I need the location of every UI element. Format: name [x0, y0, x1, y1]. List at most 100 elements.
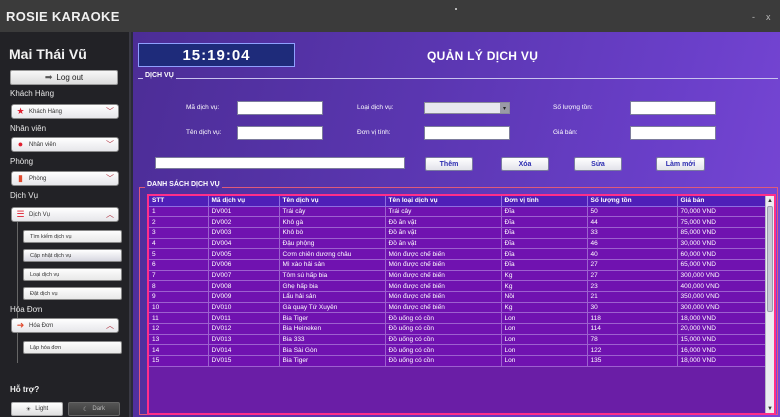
cell-service-type: Đồ uống có cồn: [385, 334, 502, 346]
column-header-service-name[interactable]: Tên dịch vụ: [279, 196, 386, 207]
close-button[interactable]: x: [766, 12, 771, 22]
dark-theme-button[interactable]: ☾ Dark: [68, 402, 120, 416]
staff-combo[interactable]: ● Nhân viên ﹀: [11, 137, 119, 152]
logout-label: Log out: [56, 73, 84, 82]
sidebar: Mai Thái Vũ ➡ Log out Khách Hàng ★ Khách…: [0, 32, 131, 417]
cell-stt: 8: [149, 280, 209, 292]
cell-stt: 9: [149, 291, 209, 303]
column-header-service-id[interactable]: Mã dịch vụ: [208, 196, 280, 207]
service-id-input[interactable]: [237, 101, 323, 115]
column-header-unit[interactable]: Đơn vị tính: [501, 196, 588, 207]
table-row[interactable]: 14 DV014 Bia Sài Gòn Đồ uống có cồn Lon 122 16…: [149, 344, 767, 357]
unit-input[interactable]: [424, 126, 510, 140]
table-row[interactable]: 9 DV009 Lẩu hải sản Món được chế biến Nồi 21 3…: [149, 291, 767, 303]
menu-item-search-service[interactable]: Tìm kiếm dịch vụ: [23, 230, 122, 243]
column-header-service-type[interactable]: Tên loại dịch vụ: [385, 196, 502, 207]
section-label-invoice: Hóa Đơn: [10, 305, 43, 314]
cell-stock: 33: [587, 227, 678, 239]
cell-stt: 11: [149, 312, 209, 325]
table-row[interactable]: 2 DV002 Khô gà Đồ ăn vặt Đĩa 44 75,000 VND: [149, 216, 767, 228]
service-combo[interactable]: ☰ Dịch Vụ ︿: [11, 207, 119, 222]
cell-stock: 21: [587, 291, 678, 303]
column-header-stt[interactable]: STT: [149, 196, 209, 207]
service-type-label: Loại dịch vụ:: [357, 104, 394, 111]
page-title: QUẢN LÝ DỊCH VỤ: [427, 49, 539, 63]
invoice-icon: ➜: [16, 320, 25, 330]
vertical-scrollbar[interactable]: ▲ ▼: [765, 196, 774, 413]
customer-combo-label: Khách Hàng: [29, 108, 63, 115]
price-input[interactable]: [630, 126, 716, 140]
cell-service-id: DV008: [208, 280, 280, 292]
refresh-button[interactable]: Làm mới: [656, 157, 705, 171]
form-legend: DỊCH VỤ: [143, 72, 176, 79]
form-fieldset-border: [138, 78, 778, 79]
cell-service-name: Khô bò: [279, 227, 386, 239]
scroll-down-icon[interactable]: ▼: [766, 404, 774, 413]
menu-item-service-type[interactable]: Loại dịch vụ: [23, 268, 122, 281]
cell-unit: Lon: [501, 355, 588, 367]
cell-price: 16,000 VND: [677, 344, 767, 357]
menu-item-create-invoice[interactable]: Lập hóa đơn: [23, 341, 122, 354]
table-row[interactable]: 15 DV015 Bia Tiger Đồ uống có cồn Lon 135 18,0…: [149, 355, 767, 367]
table-row[interactable]: 5 DV005 Cơm chiên dương châu Món được chế b…: [149, 248, 767, 260]
table-row[interactable]: 11 DV011 Bia Tiger Đồ uống có cồn Lon 118 18,0…: [149, 312, 767, 325]
cell-stt: 1: [149, 206, 209, 218]
table-row[interactable]: 3 DV003 Khô bò Đồ ăn vặt Đĩa 33 85,000 VND: [149, 227, 767, 239]
table-row[interactable]: 7 DV007 Tôm sú hấp bia Món được chế biến Kg 2…: [149, 270, 767, 282]
cell-service-name: Bia Sài Gòn: [279, 344, 386, 357]
cell-service-type: Món được chế biến: [385, 291, 502, 303]
add-button[interactable]: Thêm: [425, 157, 473, 171]
cell-stt: 3: [149, 227, 209, 239]
invoice-submenu: Lập hóa đơn: [17, 333, 122, 363]
minimize-button[interactable]: -: [752, 12, 755, 22]
cell-unit: Đĩa: [501, 238, 588, 250]
cell-service-type: Món được chế biến: [385, 302, 502, 314]
cell-stock: 27: [587, 270, 678, 282]
light-theme-button[interactable]: ☀ Light: [11, 402, 63, 416]
chevron-up-icon: ︿: [106, 210, 114, 219]
table-row[interactable]: 13 DV013 Bia 333 Đồ uống có cồn Lon 78 15,000 …: [149, 334, 767, 346]
cell-unit: Đĩa: [501, 259, 588, 271]
cell-service-id: DV011: [208, 312, 280, 325]
table-row[interactable]: 10 DV010 Gà quay Tứ Xuyên Món được chế biến…: [149, 302, 767, 314]
table-row[interactable]: 1 DV001 Trái cây Trái cây Đĩa 50 70,000 VND: [149, 206, 767, 218]
logout-button[interactable]: ➡ Log out: [10, 70, 118, 85]
room-combo[interactable]: ▮ Phòng ﹀: [11, 171, 119, 186]
delete-button[interactable]: Xóa: [501, 157, 549, 171]
table-row[interactable]: 6 DV006 Mì xào hải sản Món được chế biến Đĩa…: [149, 259, 767, 271]
cell-price: 60,000 VND: [677, 248, 767, 260]
door-icon: ▮: [18, 173, 23, 183]
invoice-combo[interactable]: ➜ Hóa Đơn ︿: [11, 318, 119, 333]
cell-stock: 50: [587, 206, 678, 218]
table-row[interactable]: 4 DV004 Đậu phộng Đồ ăn vặt Đĩa 46 30,000 VND: [149, 238, 767, 250]
price-label: Giá bán:: [553, 129, 578, 136]
cell-service-id: DV009: [208, 291, 280, 303]
table-header-row: STT Mã dịch vụ Tên dịch vụ Tên loại dịch…: [149, 196, 767, 207]
column-header-stock[interactable]: Số lượng tồn: [587, 196, 678, 207]
search-input[interactable]: [155, 157, 405, 169]
table-row[interactable]: 8 DV008 Ghẹ hấp bia Món được chế biến Kg 23 40…: [149, 280, 767, 292]
table-row[interactable]: 12 DV012 Bia Heineken Đồ uống có cồn Lon 114 2…: [149, 323, 767, 335]
unit-label: Đơn vị tính:: [357, 129, 391, 136]
cell-price: 300,000 VND: [677, 270, 767, 282]
customer-combo[interactable]: ★ Khách Hàng ﹀: [11, 104, 119, 119]
clock: 15:19:04: [138, 43, 295, 67]
scroll-thumb[interactable]: [767, 206, 773, 312]
service-name-input[interactable]: [237, 126, 323, 140]
menu-item-book-service[interactable]: Đặt dịch vụ: [23, 287, 122, 300]
scroll-up-icon[interactable]: ▲: [766, 196, 774, 205]
cell-price: 15,000 VND: [677, 334, 767, 346]
cell-service-type: Đồ uống có cồn: [385, 312, 502, 325]
service-submenu: Tìm kiếm dịch vụ Cập nhật dịch vụ Loại d…: [17, 222, 122, 332]
cell-stock: 114: [587, 323, 678, 335]
cell-stock: 78: [587, 334, 678, 346]
stock-input[interactable]: [630, 101, 716, 115]
list-icon: ☰: [16, 209, 25, 219]
cell-service-name: Mì xào hải sản: [279, 259, 386, 271]
list-legend: DANH SÁCH DỊCH VỤ: [145, 181, 222, 188]
cell-unit: Nồi: [501, 291, 588, 303]
column-header-price[interactable]: Giá bán: [677, 196, 767, 207]
edit-button[interactable]: Sửa: [574, 157, 622, 171]
menu-item-update-service[interactable]: Cập nhật dịch vụ: [23, 249, 122, 262]
service-type-select[interactable]: ▾: [424, 102, 510, 114]
